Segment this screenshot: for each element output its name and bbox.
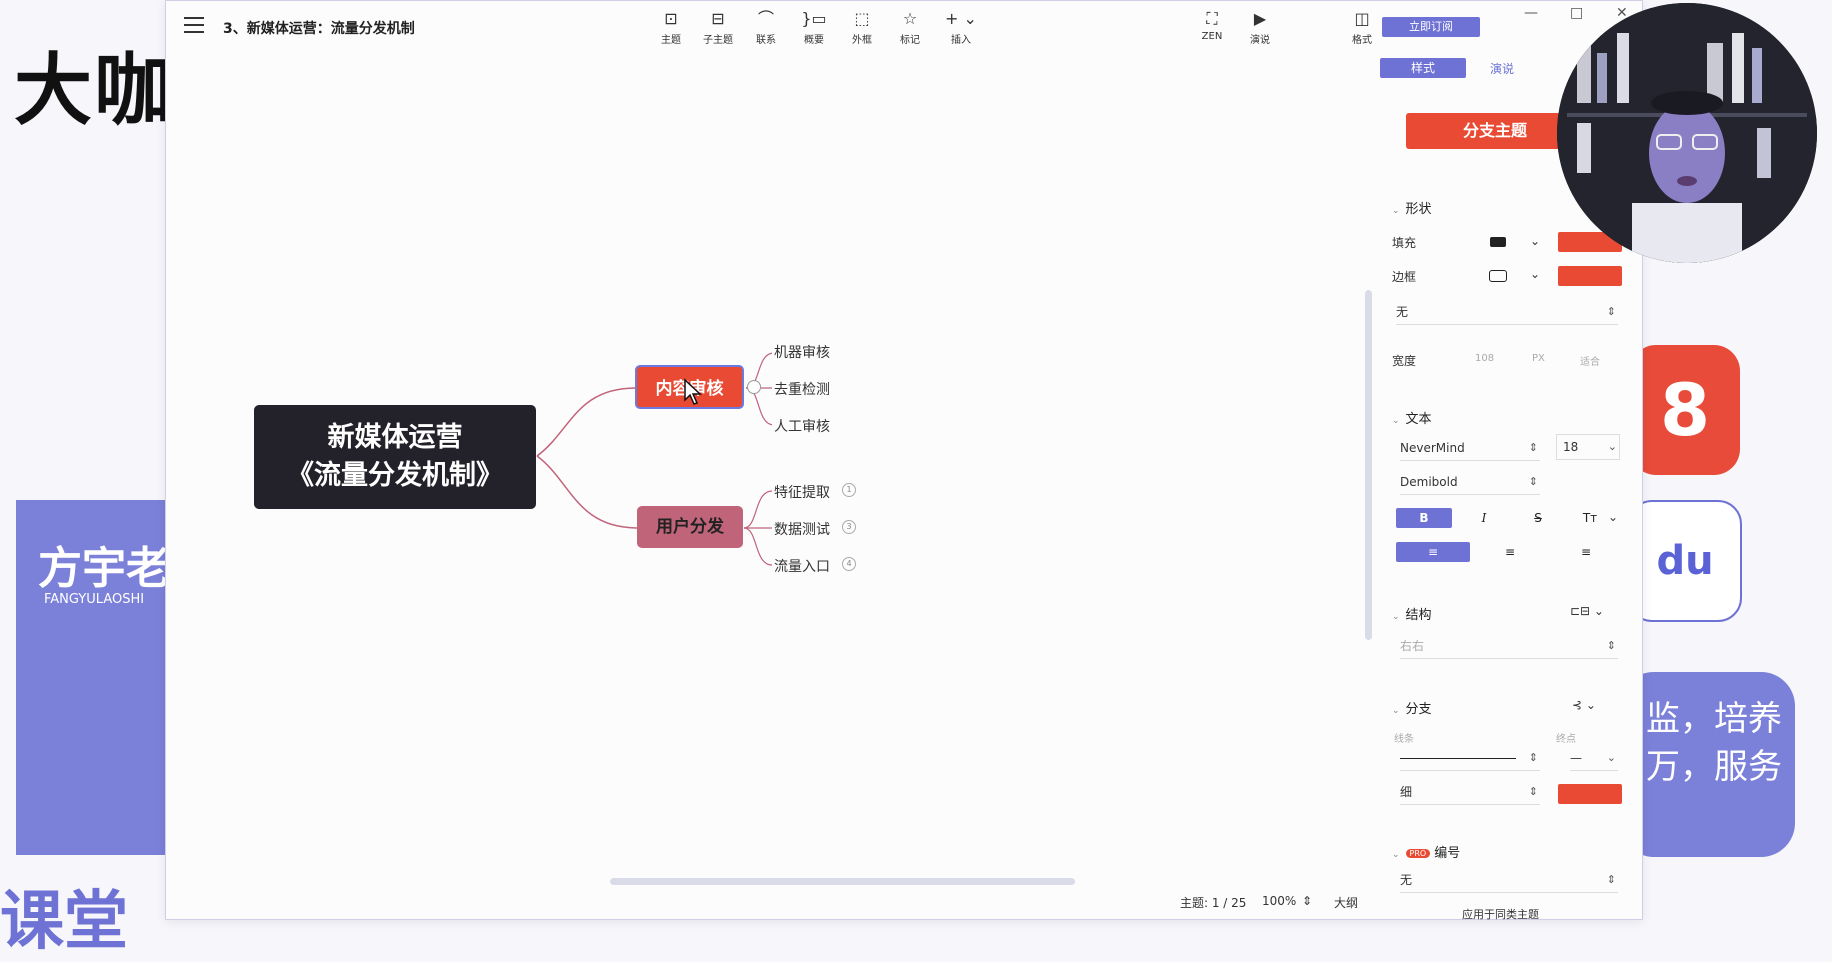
width-label: 宽度 xyxy=(1392,354,1417,368)
format-panel-icon: ◫ xyxy=(1354,9,1370,28)
border-style-select[interactable]: 无 ⇕ xyxy=(1396,300,1618,325)
width-auto[interactable]: 适合 xyxy=(1580,353,1600,368)
endpoint-label: 终点 xyxy=(1556,734,1576,745)
teacher-pinyin: FANGYULAOSHI xyxy=(44,592,145,607)
count-badge[interactable]: 1 xyxy=(842,483,856,497)
baidu-app-icon: du xyxy=(1628,500,1742,622)
align-right-button[interactable]: ≡ xyxy=(1566,542,1606,562)
webcam-overlay xyxy=(1557,3,1817,263)
chevron-down-icon[interactable]: ⌄ xyxy=(1530,267,1540,281)
italic-button[interactable]: I xyxy=(1470,508,1498,528)
toolbar-format-button[interactable]: ◫ 格式 xyxy=(1338,9,1386,46)
zoom-stepper-icon[interactable]: ⇕ xyxy=(1302,894,1312,908)
zoom-level[interactable]: 100% xyxy=(1262,894,1296,908)
minimize-button[interactable]: — xyxy=(1524,5,1538,21)
structure-section[interactable]: ⌄ 结构 xyxy=(1392,604,1432,623)
background-bottom-text: 课堂 xyxy=(0,885,128,959)
text-case-button[interactable]: Tт xyxy=(1576,508,1604,528)
subtopic-traffic-entry[interactable]: 流量入口 xyxy=(772,554,832,578)
background-title: 大咖 xyxy=(14,46,175,136)
toolbar-pitch-button[interactable]: ▶ 演说 xyxy=(1236,9,1284,46)
branch-style-icon[interactable]: ⊰ ⌄ xyxy=(1572,698,1596,712)
collapse-toggle[interactable] xyxy=(747,380,761,394)
toolbar-zen-button[interactable]: ⛶ ZEN xyxy=(1188,9,1236,42)
align-center-button[interactable]: ≡ xyxy=(1490,542,1530,562)
central-topic[interactable]: 新媒体运营 《流量分发机制》 xyxy=(254,405,536,509)
numbering-section[interactable]: ⌄ PRO 编号 xyxy=(1392,842,1460,861)
vertical-scrollbar[interactable] xyxy=(1365,290,1372,640)
structure-icon[interactable]: ⊏⊟ ⌄ xyxy=(1570,604,1604,618)
structure-select[interactable]: 右右 ⇕ xyxy=(1400,634,1618,659)
align-left-button[interactable]: ≡ xyxy=(1396,542,1470,562)
mindmap-connectors xyxy=(536,352,775,566)
fill-label: 填充 xyxy=(1392,236,1417,250)
horizontal-scrollbar[interactable] xyxy=(610,878,1075,885)
count-badge[interactable]: 3 xyxy=(842,520,856,534)
main-topic-user-distribution[interactable]: 用户分发 xyxy=(637,506,743,548)
tab-style[interactable]: 样式 xyxy=(1380,58,1466,78)
subtopic-machine-review[interactable]: 机器审核 xyxy=(772,340,832,364)
fill-shape-icon[interactable] xyxy=(1490,237,1506,247)
kuaishou-app-icon: 8 xyxy=(1630,345,1740,475)
text-section[interactable]: ⌄ 文本 xyxy=(1392,408,1432,427)
webcam-image xyxy=(1557,3,1817,263)
outline-button[interactable]: 大纲 xyxy=(1334,894,1358,911)
endpoint-select[interactable]: — ⌄ xyxy=(1570,746,1618,771)
border-shape-icon[interactable] xyxy=(1489,270,1507,282)
chevron-down-icon[interactable]: ⌄ xyxy=(1530,234,1540,248)
branch-section[interactable]: ⌄ 分支 xyxy=(1392,698,1432,717)
width-unit: PX xyxy=(1532,353,1545,364)
zen-icon: ⛶ xyxy=(1206,9,1218,28)
line-thickness-select[interactable]: 细 ⇕ xyxy=(1400,780,1540,805)
font-family-select[interactable]: NeverMind ⇕ xyxy=(1400,436,1540,461)
strikethrough-button[interactable]: S xyxy=(1524,508,1552,528)
border-color-swatch[interactable] xyxy=(1558,266,1622,286)
background-right-text: 监，培养 万，服务 xyxy=(1646,699,1782,787)
subtopic-feature-extraction[interactable]: 特征提取 xyxy=(772,480,832,504)
pitch-icon: ▶ xyxy=(1253,9,1267,28)
shape-section[interactable]: ⌄ 形状 xyxy=(1392,198,1432,217)
line-label: 线条 xyxy=(1394,734,1414,745)
subtopic-data-testing[interactable]: 数据测试 xyxy=(772,517,832,541)
subtopic-dedup-check[interactable]: 去重检测 xyxy=(772,377,832,401)
chevron-down-icon[interactable]: ⌄ xyxy=(1608,510,1618,524)
subscribe-button[interactable]: 立即订阅 xyxy=(1382,17,1480,37)
width-input[interactable]: 108 xyxy=(1475,353,1494,364)
teacher-name: 方宇老 xyxy=(38,543,170,594)
font-weight-select[interactable]: Demibold ⇕ xyxy=(1400,470,1540,495)
branch-color-swatch[interactable] xyxy=(1558,784,1622,804)
subtopic-manual-review[interactable]: 人工审核 xyxy=(772,414,832,438)
font-size-select[interactable]: 18 ⌄ xyxy=(1556,434,1620,460)
tab-pitch[interactable]: 演说 xyxy=(1490,60,1514,77)
line-style-select[interactable]: ⇕ xyxy=(1400,746,1540,771)
border-label: 边框 xyxy=(1392,270,1417,284)
mouse-cursor-icon xyxy=(684,378,702,405)
bold-button[interactable]: B xyxy=(1396,508,1452,528)
maximize-button[interactable]: □ xyxy=(1570,5,1583,21)
topic-count: 主题: 1 / 25 xyxy=(1180,896,1247,910)
count-badge[interactable]: 4 xyxy=(842,557,856,571)
apply-all-button[interactable]: 应用于同类主题 xyxy=(1462,906,1539,922)
pro-badge: PRO xyxy=(1405,849,1431,858)
numbering-select[interactable]: 无 ⇕ xyxy=(1400,868,1618,893)
